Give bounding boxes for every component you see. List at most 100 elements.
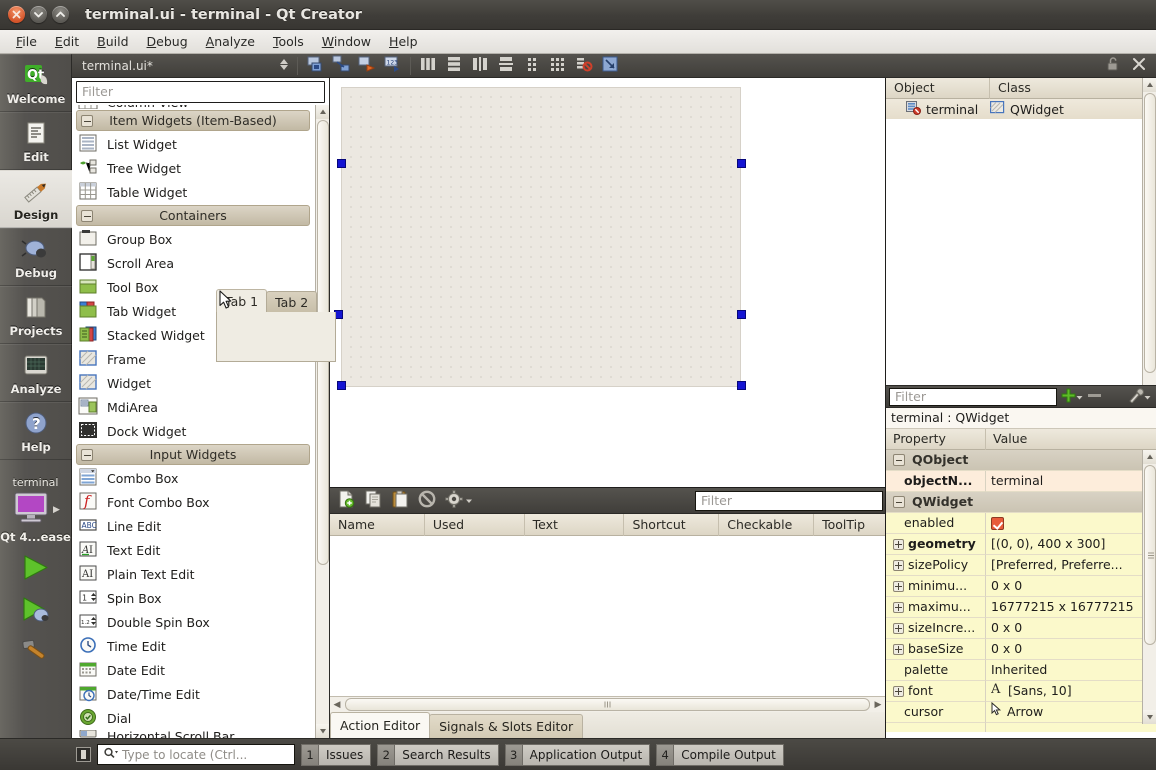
action-editor-filter-input[interactable]: Filter [695,490,883,511]
widget-box-scrollbar[interactable] [315,105,329,738]
paste-button[interactable] [391,490,409,511]
form-editor[interactable] [330,78,886,488]
settings-button[interactable] [445,490,473,511]
widget-item-scroll-area[interactable]: Scroll Area [72,251,312,275]
menu-tools[interactable]: Tools [264,32,313,51]
property-value[interactable]: [Preferred, Preferre... [991,555,1123,575]
layout-grid-button[interactable] [545,55,571,77]
widget-item-group-box[interactable]: Group Box [72,227,312,251]
close-window-button[interactable] [8,6,25,23]
widget-item-font-combo-box[interactable]: f Font Combo Box [72,490,312,514]
build-button[interactable] [0,628,71,668]
widget-category-containers[interactable]: Containers [76,205,310,226]
new-action-button[interactable] [337,490,355,511]
copy-button[interactable] [364,490,382,511]
menu-build[interactable]: Build [88,32,137,51]
property-value[interactable]: 0 x 0 [991,576,1022,596]
widget-item-tree-widget[interactable]: Tree Widget [72,156,312,180]
column-header-name[interactable]: Name [330,513,425,536]
tab-signals-slots-editor[interactable]: Signals & Slots Editor [429,714,584,738]
mode-welcome[interactable]: Qt Welcome [0,54,72,112]
selection-handle-middle-right[interactable] [737,310,746,319]
column-header-value[interactable]: Value [986,429,1156,450]
action-editor-hscrollbar[interactable]: ◀ ▶ [330,696,885,712]
widget-item-date-time-edit[interactable]: Date/Time Edit [72,682,312,706]
edit-widgets-button[interactable] [302,55,328,77]
widget-item-date-edit[interactable]: Date Edit [72,658,312,682]
delete-button[interactable] [418,490,436,511]
widget-box-list[interactable]: Column View Item Widgets (Item-Based) Li… [72,105,312,738]
property-filter-input[interactable]: Filter [889,387,1057,406]
scroll-down-arrow-icon[interactable] [1143,710,1156,724]
selection-handle-top-right[interactable] [737,159,746,168]
property-value[interactable]: Inherited [991,660,1047,680]
menu-help[interactable]: Help [380,32,427,51]
property-value[interactable]: 0 x 0 [991,618,1022,638]
output-button-search-results[interactable]: 2 Search Results [377,743,499,766]
scroll-up-arrow-icon[interactable] [1143,450,1156,464]
edit-tab-order-button[interactable]: 123 [380,55,406,77]
mode-analyze[interactable]: Analyze [0,344,72,402]
widget-item-dial[interactable]: Dial [72,706,312,730]
object-inspector-scrollbar[interactable] [1142,78,1156,385]
mode-debug[interactable]: Debug [0,228,72,286]
property-row-geometry[interactable]: geometry [(0, 0), 400 x 300] [886,534,1156,555]
property-group-qobject[interactable]: QObject [886,450,1156,471]
hscroll-thumb[interactable] [345,698,870,711]
column-header-property[interactable]: Property [886,428,986,450]
output-button-issues[interactable]: 1 Issues [301,743,372,766]
maximize-window-button[interactable] [52,6,69,23]
to ggle-sidebar-button toggle-sidebar-icon[interactable] [76,747,91,762]
expand-icon[interactable] [893,643,904,655]
selection-handle-bottom-right[interactable] [737,381,746,390]
widget-item-double-spin-box[interactable]: 1.2 Double Spin Box [72,610,312,634]
property-editor-scrollbar[interactable] [1142,450,1156,724]
property-value[interactable]: terminal [991,471,1043,491]
expand-icon[interactable] [893,622,904,634]
edit-signals-slots-button[interactable] [328,55,354,77]
property-value[interactable]: Arrow [1007,702,1043,722]
property-group-qwidget[interactable]: QWidget [886,492,1156,513]
locator-input[interactable]: Type to locate (Ctrl... [97,744,295,765]
menu-debug[interactable]: Debug [138,32,197,51]
menu-analyze[interactable]: Analyze [197,32,264,51]
run-button[interactable] [0,544,71,586]
menu-window[interactable]: Window [313,32,380,51]
widget-item-table-widget[interactable]: Table Widget [72,180,312,204]
enabled-checkbox[interactable] [991,516,1004,530]
column-header-class[interactable]: Class [990,78,1156,99]
selection-handle-bottom-left[interactable] [337,381,346,390]
scroll-thumb[interactable] [1144,465,1156,645]
add-property-button[interactable] [1061,388,1083,406]
property-row-sizepolicy[interactable]: sizePolicy [Preferred, Preferre... [886,555,1156,576]
property-row-basesize[interactable]: baseSize 0 x 0 [886,639,1156,660]
mode-help[interactable]: ? Help [0,402,72,460]
widget-item-horizontal-scroll-bar[interactable]: Horizontal Scroll Bar [72,730,312,738]
configure-button[interactable] [1128,387,1151,406]
layout-horizontally-button[interactable] [415,55,441,77]
widget-item-time-edit[interactable]: Time Edit [72,634,312,658]
collapse-icon[interactable] [893,454,905,466]
column-header-checkable[interactable]: Checkable [719,513,815,536]
minimize-window-button[interactable] [30,6,47,23]
column-header-shortcut[interactable]: Shortcut [624,513,720,536]
layout-splitter-v-button[interactable] [493,55,519,77]
expand-icon[interactable] [893,559,904,571]
property-value[interactable]: [Sans, 10] [1008,681,1072,701]
scroll-down-arrow-icon[interactable] [316,724,329,738]
form-canvas-terminal[interactable] [341,87,741,387]
collapse-icon[interactable] [893,496,905,508]
scroll-right-arrow-icon[interactable]: ▶ [871,700,885,710]
widget-category-input-widgets[interactable]: Input Widgets [76,444,310,465]
menu-file[interactable]: File [7,32,46,51]
property-row-font[interactable]: font A [Sans, 10] [886,681,1156,702]
scroll-left-arrow-icon[interactable]: ◀ [330,700,344,710]
open-file-combo[interactable]: terminal.ui* [78,56,293,76]
remove-property-button[interactable] [1087,388,1102,406]
edit-buddies-button[interactable] [354,55,380,77]
selection-handle-top-left[interactable] [337,159,346,168]
expand-icon[interactable] [893,538,904,550]
lock-editor-button[interactable] [1100,55,1126,77]
close-editor-button[interactable] [1126,55,1152,77]
property-value[interactable]: [(0, 0), 400 x 300] [991,534,1105,554]
